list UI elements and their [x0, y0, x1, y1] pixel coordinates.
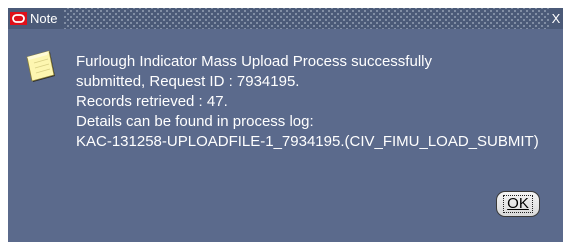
ok-button-label: OK — [503, 195, 533, 213]
close-button[interactable]: X — [549, 8, 563, 29]
message-line: Furlough Indicator Mass Upload Process s… — [76, 53, 432, 70]
message-text: Furlough Indicator Mass Upload Process s… — [76, 52, 539, 152]
message-line: submitted, Request ID : 7934195. — [76, 73, 300, 90]
note-dialog: Note X Furlough Indicator Mass Upload Pr… — [0, 0, 563, 242]
message-line: Records retrieved : 47. — [76, 93, 228, 110]
window-title: Note — [30, 11, 58, 26]
message-line: KAC-131258-UPLOADFILE-1_7934195.(CIV_FIM… — [76, 133, 539, 150]
ok-button[interactable]: OK — [496, 191, 540, 217]
oracle-logo-icon — [10, 12, 27, 25]
title-bar[interactable]: Note X — [8, 8, 563, 29]
dialog-body: Furlough Indicator Mass Upload Process s… — [8, 29, 563, 242]
sticky-note-icon — [26, 50, 55, 82]
message-line: Details can be found in process log: — [76, 113, 314, 130]
title-left: Note — [8, 8, 64, 29]
